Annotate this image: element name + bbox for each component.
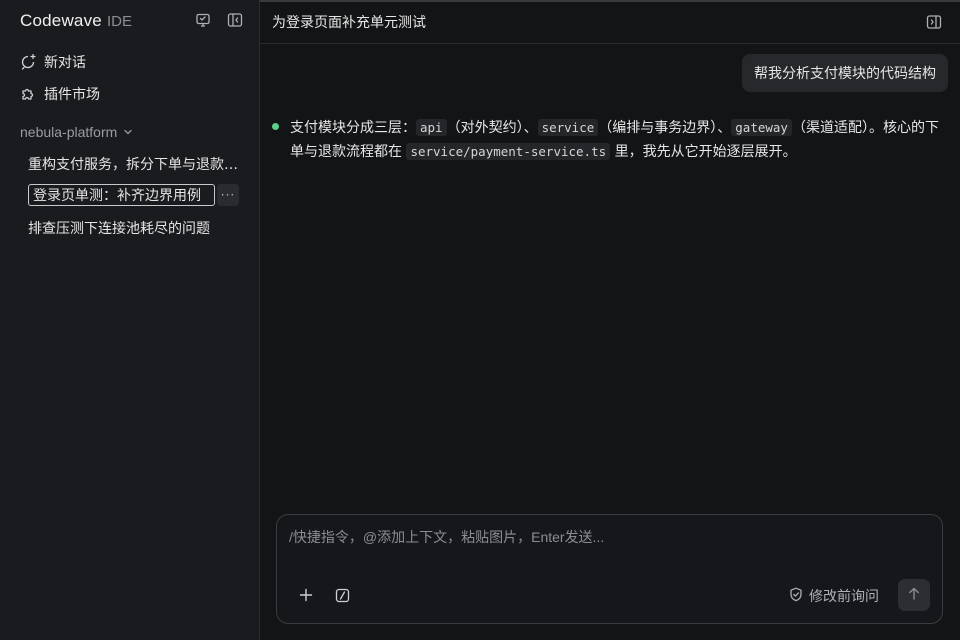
conversation-title: 为登录页面补充单元测试: [272, 15, 426, 31]
conversation-more-button[interactable]: ···: [217, 184, 239, 206]
chevron-down-icon: [123, 124, 133, 140]
header-divider: [260, 43, 960, 44]
conversation-item[interactable]: 重构支付服务，拆分下单与退款…: [28, 154, 240, 174]
ask-before-edit-label: 修改前询问: [809, 589, 879, 605]
ask-before-edit-toggle[interactable]: 修改前询问: [789, 585, 879, 607]
conversation-rename-input[interactable]: [28, 184, 215, 206]
assistant-text: 支付模块分成三层：: [290, 120, 416, 136]
brand-logo: Codewave IDE: [20, 10, 132, 32]
assistant-text: （对外契约）、: [446, 120, 538, 136]
conversation-item[interactable]: 排查压测下连接池耗尽的问题: [28, 218, 240, 238]
assistant-text: （编排与事务边界）、: [598, 120, 732, 136]
project-group-header[interactable]: nebula-platform: [20, 124, 133, 140]
new-chat-label: 新对话: [44, 55, 86, 71]
monitor-chat-icon[interactable]: [195, 12, 211, 28]
chat-input[interactable]: [289, 529, 929, 545]
inline-code: api: [416, 119, 447, 136]
brand-suffix: IDE: [106, 12, 132, 30]
slash-command-icon[interactable]: [332, 585, 352, 605]
project-name: nebula-platform: [20, 124, 118, 140]
plugin-market-button[interactable]: 插件市场: [20, 84, 100, 104]
collapse-sidebar-icon[interactable]: [227, 12, 243, 28]
composer: 修改前询问: [276, 514, 943, 624]
assistant-message: 支付模块分成三层： api （对外契约）、 service （编排与事务边界）、 gate…: [290, 116, 946, 164]
assistant-text: 里，我先从它开始逐层展开。: [614, 144, 797, 160]
inline-code: service/payment-service.ts: [406, 143, 611, 160]
inline-code: service: [537, 119, 599, 136]
sidebar: Codewave IDE 新对话 插件市场 nebula-platform 重构…: [0, 0, 260, 640]
send-button[interactable]: [898, 579, 930, 611]
arrow-up-icon: [908, 587, 920, 604]
puzzle-icon: [20, 86, 36, 102]
plus-icon[interactable]: [296, 585, 316, 605]
brand-name: Codewave: [20, 11, 102, 30]
new-chat-button[interactable]: 新对话: [20, 52, 86, 72]
assistant-status-dot: [272, 123, 279, 130]
user-message: 帮我分析支付模块的代码结构: [742, 54, 948, 92]
shield-check-icon: [789, 587, 803, 606]
new-chat-icon: [20, 54, 36, 70]
window-top-border: [260, 0, 960, 2]
inline-code: gateway: [731, 119, 792, 136]
toggle-panel-icon[interactable]: [926, 14, 942, 30]
plugin-market-label: 插件市场: [44, 87, 100, 103]
